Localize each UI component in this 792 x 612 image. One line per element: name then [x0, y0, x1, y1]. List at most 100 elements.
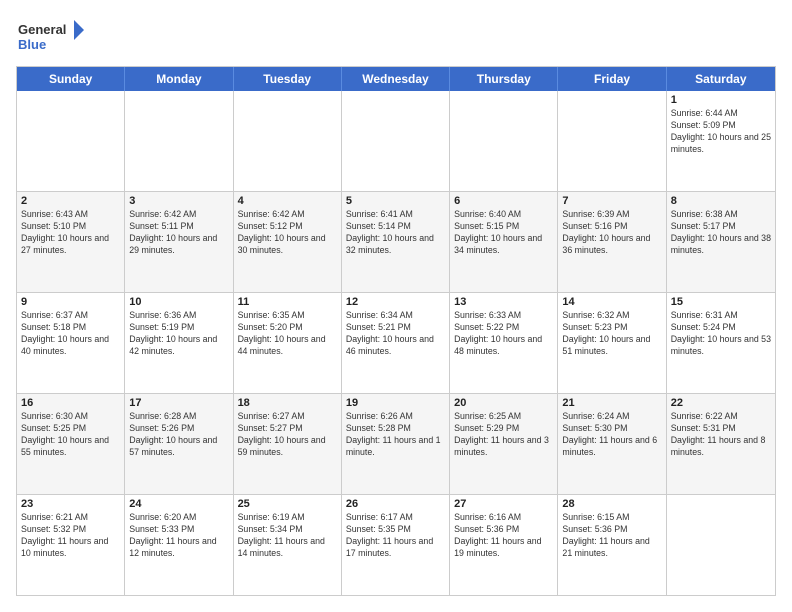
calendar-cell: 10 Sunrise: 6:36 AM Sunset: 5:19 PM Dayli…	[125, 293, 233, 393]
cell-day-number: 4	[238, 195, 337, 207]
cell-day-number: 8	[671, 195, 771, 207]
cell-info-text: Sunrise: 6:36 AM Sunset: 5:19 PM Dayligh…	[129, 310, 228, 358]
calendar-cell	[342, 91, 450, 191]
calendar-cell: 2 Sunrise: 6:43 AM Sunset: 5:10 PM Daylig…	[17, 192, 125, 292]
calendar-cell: 8Sunrise: 6:38 AM Sunset: 5:17 PM Daylig…	[667, 192, 775, 292]
calendar-cell: 21 Sunrise: 6:24 AM Sunset: 5:30 PM Dayli…	[558, 394, 666, 494]
calendar-body: 1 Sunrise: 6:44 AM Sunset: 5:09 PM Daylig…	[17, 91, 775, 595]
cell-info-text: Sunrise: 6:20 AM Sunset: 5:33 PM Dayligh…	[129, 512, 228, 560]
calendar-cell: 19Sunrise: 6:26 AM Sunset: 5:28 PM Dayli…	[342, 394, 450, 494]
calendar-cell: 4 Sunrise: 6:42 AM Sunset: 5:12 PM Daylig…	[234, 192, 342, 292]
cell-info-text: Sunrise: 6:32 AM Sunset: 5:23 PM Dayligh…	[562, 310, 661, 358]
cell-info-text: Sunrise: 6:19 AM Sunset: 5:34 PM Dayligh…	[238, 512, 337, 560]
cell-info-text: Sunrise: 6:28 AM Sunset: 5:26 PM Dayligh…	[129, 411, 228, 459]
cell-day-number: 28	[562, 498, 661, 510]
cell-info-text: Sunrise: 6:25 AM Sunset: 5:29 PM Dayligh…	[454, 411, 553, 459]
cell-info-text: Sunrise: 6:39 AM Sunset: 5:16 PM Dayligh…	[562, 209, 661, 257]
calendar-cell	[450, 91, 558, 191]
calendar-cell: 5 Sunrise: 6:41 AM Sunset: 5:14 PM Daylig…	[342, 192, 450, 292]
calendar-cell: 16 Sunrise: 6:30 AM Sunset: 5:25 PM Dayli…	[17, 394, 125, 494]
cell-day-number: 14	[562, 296, 661, 308]
calendar-header-day: Sunday	[17, 67, 125, 91]
calendar-cell: 27 Sunrise: 6:16 AM Sunset: 5:36 PM Dayli…	[450, 495, 558, 595]
calendar-header-day: Wednesday	[342, 67, 450, 91]
cell-day-number: 11	[238, 296, 337, 308]
cell-day-number: 2	[21, 195, 120, 207]
calendar-cell: 11 Sunrise: 6:35 AM Sunset: 5:20 PM Dayli…	[234, 293, 342, 393]
cell-info-text: Sunrise: 6:31 AM Sunset: 5:24 PM Dayligh…	[671, 310, 771, 358]
cell-day-number: 18	[238, 397, 337, 409]
calendar-cell: 26 Sunrise: 6:17 AM Sunset: 5:35 PM Dayli…	[342, 495, 450, 595]
calendar-cell: 28 Sunrise: 6:15 AM Sunset: 5:36 PM Dayli…	[558, 495, 666, 595]
cell-day-number: 15	[671, 296, 771, 308]
cell-day-number: 3	[129, 195, 228, 207]
calendar-cell: 9 Sunrise: 6:37 AM Sunset: 5:18 PM Daylig…	[17, 293, 125, 393]
cell-info-text: Sunrise: 6:42 AM Sunset: 5:12 PM Dayligh…	[238, 209, 337, 257]
calendar-header-day: Thursday	[450, 67, 558, 91]
cell-day-number: 7	[562, 195, 661, 207]
cell-day-number: 25	[238, 498, 337, 510]
cell-info-text: Sunrise: 6:27 AM Sunset: 5:27 PM Dayligh…	[238, 411, 337, 459]
cell-day-number: 24	[129, 498, 228, 510]
cell-day-number: 20	[454, 397, 553, 409]
calendar-header-day: Tuesday	[234, 67, 342, 91]
calendar-cell: 12 Sunrise: 6:34 AM Sunset: 5:21 PM Dayli…	[342, 293, 450, 393]
calendar-header-day: Saturday	[667, 67, 775, 91]
cell-day-number: 13	[454, 296, 553, 308]
calendar-cell: 24 Sunrise: 6:20 AM Sunset: 5:33 PM Dayli…	[125, 495, 233, 595]
calendar-cell: 1 Sunrise: 6:44 AM Sunset: 5:09 PM Daylig…	[667, 91, 775, 191]
cell-info-text: Sunrise: 6:44 AM Sunset: 5:09 PM Dayligh…	[671, 108, 771, 156]
cell-day-number: 27	[454, 498, 553, 510]
cell-day-number: 21	[562, 397, 661, 409]
cell-info-text: Sunrise: 6:30 AM Sunset: 5:25 PM Dayligh…	[21, 411, 120, 459]
cell-info-text: Sunrise: 6:35 AM Sunset: 5:20 PM Dayligh…	[238, 310, 337, 358]
calendar-cell: 25 Sunrise: 6:19 AM Sunset: 5:34 PM Dayli…	[234, 495, 342, 595]
header: General Blue	[16, 16, 776, 56]
calendar-cell: 23 Sunrise: 6:21 AM Sunset: 5:32 PM Dayli…	[17, 495, 125, 595]
cell-info-text: Sunrise: 6:21 AM Sunset: 5:32 PM Dayligh…	[21, 512, 120, 560]
cell-day-number: 17	[129, 397, 228, 409]
cell-day-number: 12	[346, 296, 445, 308]
cell-day-number: 5	[346, 195, 445, 207]
cell-day-number: 9	[21, 296, 120, 308]
cell-info-text: Sunrise: 6:41 AM Sunset: 5:14 PM Dayligh…	[346, 209, 445, 257]
cell-info-text: Sunrise: 6:40 AM Sunset: 5:15 PM Dayligh…	[454, 209, 553, 257]
calendar-cell	[17, 91, 125, 191]
calendar-cell: 20 Sunrise: 6:25 AM Sunset: 5:29 PM Dayli…	[450, 394, 558, 494]
cell-info-text: Sunrise: 6:43 AM Sunset: 5:10 PM Dayligh…	[21, 209, 120, 257]
cell-day-number: 1	[671, 94, 771, 106]
svg-text:Blue: Blue	[18, 37, 46, 52]
calendar-cell: 14 Sunrise: 6:32 AM Sunset: 5:23 PM Dayli…	[558, 293, 666, 393]
cell-day-number: 26	[346, 498, 445, 510]
calendar-cell: 7 Sunrise: 6:39 AM Sunset: 5:16 PM Daylig…	[558, 192, 666, 292]
logo: General Blue	[16, 16, 86, 56]
cell-day-number: 16	[21, 397, 120, 409]
cell-info-text: Sunrise: 6:24 AM Sunset: 5:30 PM Dayligh…	[562, 411, 661, 459]
page: General Blue SundayMondayTuesdayWednesda…	[0, 0, 792, 612]
cell-info-text: Sunrise: 6:34 AM Sunset: 5:21 PM Dayligh…	[346, 310, 445, 358]
calendar-row: 2 Sunrise: 6:43 AM Sunset: 5:10 PM Daylig…	[17, 191, 775, 292]
calendar-cell: 22 Sunrise: 6:22 AM Sunset: 5:31 PM Dayli…	[667, 394, 775, 494]
cell-day-number: 10	[129, 296, 228, 308]
calendar-cell: 13Sunrise: 6:33 AM Sunset: 5:22 PM Dayli…	[450, 293, 558, 393]
svg-text:General: General	[18, 22, 66, 37]
calendar-cell	[667, 495, 775, 595]
cell-info-text: Sunrise: 6:22 AM Sunset: 5:31 PM Dayligh…	[671, 411, 771, 459]
cell-info-text: Sunrise: 6:16 AM Sunset: 5:36 PM Dayligh…	[454, 512, 553, 560]
calendar-cell: 17 Sunrise: 6:28 AM Sunset: 5:26 PM Dayli…	[125, 394, 233, 494]
calendar-row: 16 Sunrise: 6:30 AM Sunset: 5:25 PM Dayli…	[17, 393, 775, 494]
cell-info-text: Sunrise: 6:26 AM Sunset: 5:28 PM Dayligh…	[346, 411, 445, 459]
calendar-row: 1 Sunrise: 6:44 AM Sunset: 5:09 PM Daylig…	[17, 91, 775, 191]
cell-info-text: Sunrise: 6:15 AM Sunset: 5:36 PM Dayligh…	[562, 512, 661, 560]
cell-info-text: Sunrise: 6:37 AM Sunset: 5:18 PM Dayligh…	[21, 310, 120, 358]
cell-day-number: 6	[454, 195, 553, 207]
cell-day-number: 22	[671, 397, 771, 409]
calendar-cell: 6 Sunrise: 6:40 AM Sunset: 5:15 PM Daylig…	[450, 192, 558, 292]
logo-svg: General Blue	[16, 16, 86, 56]
calendar-header: SundayMondayTuesdayWednesdayThursdayFrid…	[17, 67, 775, 91]
calendar-cell	[558, 91, 666, 191]
calendar-header-day: Friday	[558, 67, 666, 91]
cell-day-number: 23	[21, 498, 120, 510]
cell-info-text: Sunrise: 6:17 AM Sunset: 5:35 PM Dayligh…	[346, 512, 445, 560]
calendar-row: 9 Sunrise: 6:37 AM Sunset: 5:18 PM Daylig…	[17, 292, 775, 393]
